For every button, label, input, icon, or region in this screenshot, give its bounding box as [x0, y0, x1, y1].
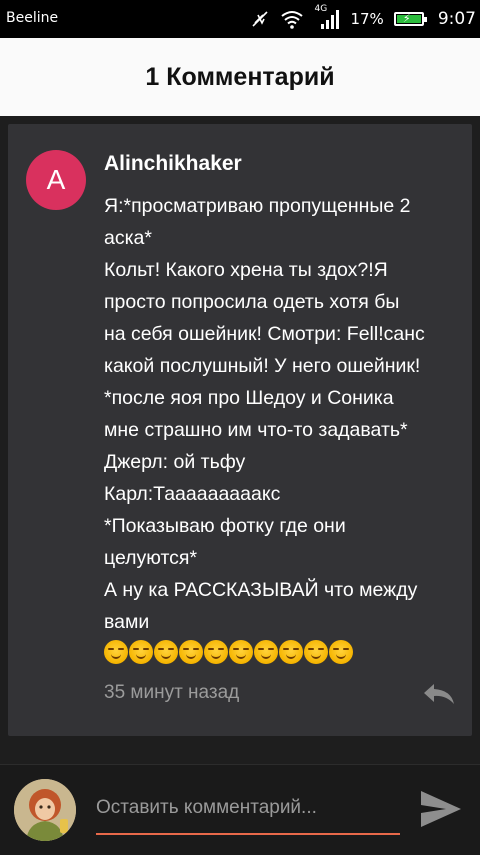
avatar-letter: A	[46, 164, 66, 195]
comment-line: мне страшно им что-то задавать*	[104, 419, 408, 441]
comment-input[interactable]	[96, 789, 400, 835]
comment-line: Карл:Тааааааааакс	[104, 483, 281, 505]
smirking-face-icon	[254, 640, 278, 664]
status-icons: 4G 17% ⚡ 9:07	[250, 4, 476, 32]
smirking-face-icon	[104, 640, 128, 664]
comment-line: какой послушный! У него ошейник!	[104, 355, 421, 377]
smirking-face-icon	[329, 640, 353, 664]
smirking-face-icon	[154, 640, 178, 664]
emoji-row	[104, 640, 464, 664]
clock: 9:07	[437, 9, 476, 29]
wifi-icon	[281, 11, 304, 29]
comments-list[interactable]: A Alinchikhaker Я:*просматриваю пропущен…	[0, 116, 480, 764]
battery-icon: ⚡	[393, 12, 427, 26]
comment-line: Я:*просматриваю пропущенные 2	[104, 195, 411, 217]
comment-line: Джерл: ой тьфу	[104, 451, 246, 473]
comment-line: просто попросила одеть хотя бы	[104, 291, 400, 313]
signal-icon: 4G	[314, 4, 340, 30]
smirking-face-icon	[179, 640, 203, 664]
smirking-face-icon	[279, 640, 303, 664]
send-icon	[421, 791, 461, 827]
header: 1 Комментарий	[0, 38, 480, 116]
user-avatar[interactable]	[14, 779, 76, 841]
comment-line: Кольт! Какого хрена ты здох?!Я	[104, 259, 388, 281]
avatar[interactable]: A	[26, 150, 86, 210]
smirking-face-icon	[129, 640, 153, 664]
comment-line: целуются*	[104, 547, 198, 569]
battery-percent: 17%	[350, 10, 384, 28]
comment-line: *Показываю фотку где они	[104, 515, 346, 537]
page-title: 1 Комментарий	[145, 62, 335, 91]
comment-author[interactable]: Alinchikhaker	[104, 152, 242, 176]
smirking-face-icon	[304, 640, 328, 664]
send-button[interactable]	[418, 787, 464, 831]
comment-timestamp: 35 минут назад	[104, 682, 240, 703]
comment-composer	[0, 764, 480, 855]
muted-icon	[252, 11, 269, 27]
comment-card: A Alinchikhaker Я:*просматриваю пропущен…	[8, 124, 472, 736]
reply-icon[interactable]	[420, 680, 458, 708]
comment-line: на себя ошейник! Смотри: Fell!санс	[104, 323, 425, 345]
comment-line: *после яоя про Шедоу и Соника	[104, 387, 394, 409]
comment-line: А ну ка РАССКАЗЫВАЙ что между	[104, 579, 418, 601]
comment-line: аска*	[104, 227, 152, 249]
comment-body: Я:*просматриваю пропущенные 2 аска* Коль…	[104, 190, 464, 664]
smirking-face-icon	[229, 640, 253, 664]
comment-line: вами	[104, 611, 150, 633]
carrier-name: Beeline	[6, 10, 59, 26]
smirking-face-icon	[204, 640, 228, 664]
status-bar: Beeline 4G 17% ⚡ 9:07	[0, 0, 480, 38]
